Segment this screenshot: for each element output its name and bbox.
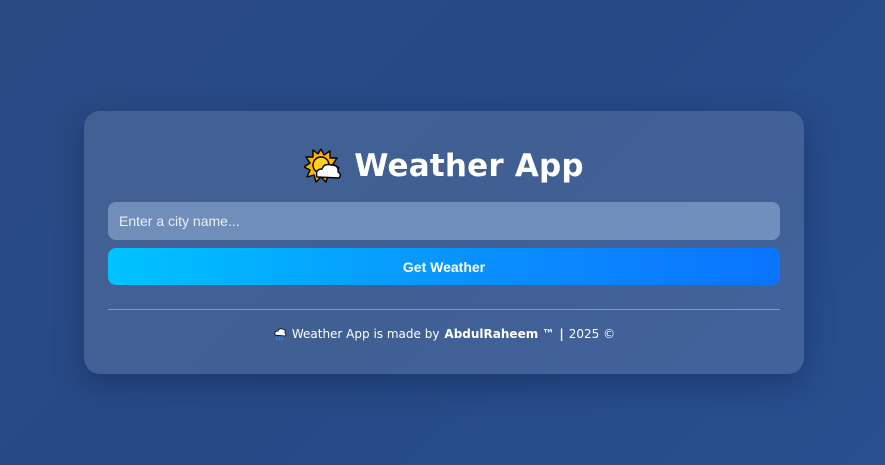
weather-card: Weather App Get Weather Weather App is m… <box>84 111 804 374</box>
footer-year: 2025 © <box>568 327 616 341</box>
footer: Weather App is made by AbdulRaheem ™ | 2… <box>84 327 804 341</box>
footer-author: AbdulRaheem ™ <box>444 327 555 341</box>
cloud-with-rain-icon <box>273 327 287 341</box>
footer-separator: | <box>559 327 564 341</box>
footer-prefix: Weather App is made by <box>291 327 440 341</box>
city-search-input[interactable] <box>108 202 780 240</box>
footer-divider <box>108 309 780 310</box>
get-weather-button[interactable]: Get Weather <box>108 248 780 285</box>
sun-behind-cloud-icon <box>303 147 342 185</box>
app-title: Weather App <box>354 148 584 184</box>
app-header: Weather App <box>84 147 804 185</box>
